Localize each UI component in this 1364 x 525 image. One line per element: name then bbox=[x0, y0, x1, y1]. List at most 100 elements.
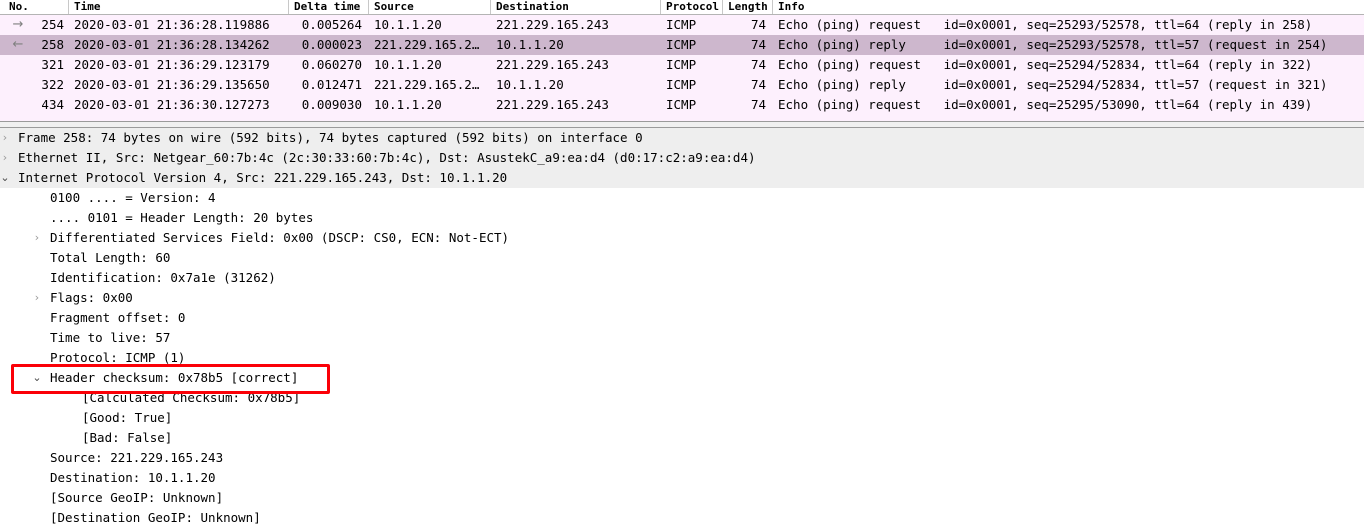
tree-row-total-length[interactable]: Total Length: 60 bbox=[0, 248, 1364, 268]
packet-cell-protocol: ICMP bbox=[666, 77, 697, 92]
tree-row-source-geoip[interactable]: [Source GeoIP: Unknown] bbox=[0, 488, 1364, 508]
pane-splitter[interactable] bbox=[0, 121, 1364, 128]
chevron-down-icon[interactable]: ⌄ bbox=[0, 168, 12, 188]
packet-cell-source: 221.229.165.2… bbox=[374, 37, 480, 52]
tree-row-flags[interactable]: › Flags: 0x00 bbox=[0, 288, 1364, 308]
packet-cell-info: Echo (ping) request id=0x0001, seq=25293… bbox=[778, 17, 1313, 32]
tree-row-source[interactable]: Source: 221.229.165.243 bbox=[0, 448, 1364, 468]
packet-cell-length: 74 bbox=[750, 57, 766, 72]
packet-cell-time: 2020-03-01 21:36:29.123179 bbox=[74, 57, 270, 72]
packet-cell-source: 10.1.1.20 bbox=[374, 57, 442, 72]
tree-row-ipv4[interactable]: ⌄ Internet Protocol Version 4, Src: 221.2… bbox=[0, 168, 1364, 188]
packet-cell-length: 74 bbox=[750, 37, 766, 52]
tree-row-label: 0100 .... = Version: 4 bbox=[50, 190, 216, 205]
chevron-down-icon[interactable]: ⌄ bbox=[30, 368, 44, 388]
tree-row-label: .... 0101 = Header Length: 20 bytes bbox=[50, 210, 314, 225]
tree-row-header-length[interactable]: .... 0101 = Header Length: 20 bytes bbox=[0, 208, 1364, 228]
column-header-info[interactable]: Info bbox=[772, 0, 1352, 14]
tree-row-label: Source: 221.229.165.243 bbox=[50, 450, 224, 465]
packet-cell-delta: 0.009030 bbox=[301, 97, 362, 112]
tree-row-label: Fragment offset: 0 bbox=[50, 310, 186, 325]
packet-cell-protocol: ICMP bbox=[666, 97, 697, 112]
packet-row[interactable]: 434 2020-03-01 21:36:30.127273 0.009030 10.… bbox=[0, 95, 1364, 115]
packet-cell-time: 2020-03-01 21:36:28.134262 bbox=[74, 37, 270, 52]
packet-cell-time: 2020-03-01 21:36:29.135650 bbox=[74, 77, 270, 92]
packet-cell-delta: 0.000023 bbox=[301, 37, 362, 52]
tree-row-version[interactable]: 0100 .... = Version: 4 bbox=[0, 188, 1364, 208]
packet-list-body[interactable]: → 254 2020-03-01 21:36:28.119886 0.005264 10… bbox=[0, 15, 1364, 115]
packet-cell-protocol: ICMP bbox=[666, 37, 697, 52]
column-header-no[interactable]: No. bbox=[4, 0, 68, 14]
tree-row-header-checksum[interactable]: ⌄ Header checksum: 0x78b5 [correct] bbox=[0, 368, 1364, 388]
packet-cell-protocol: ICMP bbox=[666, 57, 697, 72]
column-header-length[interactable]: Length bbox=[722, 0, 768, 14]
column-header-delta-time[interactable]: Delta time bbox=[288, 0, 364, 14]
tree-row-label: Total Length: 60 bbox=[50, 250, 171, 265]
tree-row-label: Flags: 0x00 bbox=[50, 290, 133, 305]
packet-cell-no: 434 bbox=[41, 97, 64, 112]
packet-cell-destination: 221.229.165.243 bbox=[496, 57, 609, 72]
tree-row-label: Differentiated Services Field: 0x00 (DSC… bbox=[50, 230, 510, 245]
packet-cell-no: 254 bbox=[41, 17, 64, 32]
packet-cell-no: 322 bbox=[41, 77, 64, 92]
chevron-right-icon[interactable]: › bbox=[30, 228, 44, 248]
tree-row-label: Ethernet II, Src: Netgear_60:7b:4c (2c:3… bbox=[18, 150, 756, 165]
packet-cell-no: 258 bbox=[41, 37, 64, 52]
packet-row[interactable]: → 254 2020-03-01 21:36:28.119886 0.005264 10… bbox=[0, 15, 1364, 35]
tree-row-label: Identification: 0x7a1e (31262) bbox=[50, 270, 276, 285]
packet-cell-length: 74 bbox=[750, 97, 766, 112]
tree-row-label: [Calculated Checksum: 0x78b5] bbox=[82, 390, 301, 405]
packet-row[interactable]: 321 2020-03-01 21:36:29.123179 0.060270 10.… bbox=[0, 55, 1364, 75]
tree-row-destination[interactable]: Destination: 10.1.1.20 bbox=[0, 468, 1364, 488]
tree-row-checksum-good[interactable]: [Good: True] bbox=[0, 408, 1364, 428]
packet-list-header[interactable]: No. Time Delta time Source Destination Protoc… bbox=[0, 0, 1364, 15]
tree-row-calculated-checksum[interactable]: [Calculated Checksum: 0x78b5] bbox=[0, 388, 1364, 408]
packet-cell-info: Echo (ping) request id=0x0001, seq=25294… bbox=[778, 57, 1313, 72]
column-header-source[interactable]: Source bbox=[368, 0, 486, 14]
tree-row-frame[interactable]: › Frame 258: 74 bytes on wire (592 bits),… bbox=[0, 128, 1364, 148]
packet-cell-protocol: ICMP bbox=[666, 17, 697, 32]
tree-row-label: Protocol: ICMP (1) bbox=[50, 350, 186, 365]
tree-row-label: [Destination GeoIP: Unknown] bbox=[50, 510, 261, 525]
column-header-destination[interactable]: Destination bbox=[490, 0, 656, 14]
tree-row-label: Time to live: 57 bbox=[50, 330, 171, 345]
tree-row-label: [Good: True] bbox=[82, 410, 173, 425]
packet-list-pane[interactable]: No. Time Delta time Source Destination Protoc… bbox=[0, 0, 1364, 121]
packet-cell-destination: 221.229.165.243 bbox=[496, 17, 609, 32]
packet-row[interactable]: ← 258 2020-03-01 21:36:28.134262 0.000023 22… bbox=[0, 35, 1364, 55]
chevron-right-icon[interactable]: › bbox=[0, 148, 12, 168]
tree-row-destination-geoip[interactable]: [Destination GeoIP: Unknown] bbox=[0, 508, 1364, 525]
packet-cell-destination: 221.229.165.243 bbox=[496, 97, 609, 112]
column-header-time[interactable]: Time bbox=[68, 0, 284, 14]
packet-cell-length: 74 bbox=[750, 77, 766, 92]
packet-cell-destination: 10.1.1.20 bbox=[496, 77, 564, 92]
tree-row-label: Header checksum: 0x78b5 [correct] bbox=[50, 370, 299, 385]
chevron-right-icon[interactable]: › bbox=[0, 128, 12, 148]
packet-cell-delta: 0.005264 bbox=[301, 17, 362, 32]
column-header-protocol[interactable]: Protocol bbox=[660, 0, 719, 14]
packet-details-tree[interactable]: › Frame 258: 74 bytes on wire (592 bits),… bbox=[0, 128, 1364, 525]
packet-row[interactable]: 322 2020-03-01 21:36:29.135650 0.012471 221… bbox=[0, 75, 1364, 95]
packet-cell-delta: 0.012471 bbox=[301, 77, 362, 92]
packet-cell-source: 10.1.1.20 bbox=[374, 97, 442, 112]
packet-cell-time: 2020-03-01 21:36:28.119886 bbox=[74, 17, 270, 32]
tree-row-protocol[interactable]: Protocol: ICMP (1) bbox=[0, 348, 1364, 368]
packet-cell-length: 74 bbox=[750, 17, 766, 32]
tree-row-identification[interactable]: Identification: 0x7a1e (31262) bbox=[0, 268, 1364, 288]
tree-row-fragment-offset[interactable]: Fragment offset: 0 bbox=[0, 308, 1364, 328]
tree-row-ttl[interactable]: Time to live: 57 bbox=[0, 328, 1364, 348]
tree-row-label: [Bad: False] bbox=[82, 430, 173, 445]
tree-row-checksum-bad[interactable]: [Bad: False] bbox=[0, 428, 1364, 448]
packet-cell-source: 10.1.1.20 bbox=[374, 17, 442, 32]
packet-details-pane[interactable]: › Frame 258: 74 bytes on wire (592 bits),… bbox=[0, 128, 1364, 525]
packet-cell-no: 321 bbox=[41, 57, 64, 72]
packet-cell-delta: 0.060270 bbox=[301, 57, 362, 72]
chevron-right-icon[interactable]: › bbox=[30, 288, 44, 308]
tree-row-label: Internet Protocol Version 4, Src: 221.22… bbox=[18, 170, 508, 185]
tree-row-label: Frame 258: 74 bytes on wire (592 bits), … bbox=[18, 130, 643, 145]
packet-cell-info: Echo (ping) reply id=0x0001, seq=25294/5… bbox=[778, 77, 1328, 92]
tree-row-dsfield[interactable]: › Differentiated Services Field: 0x00 (DS… bbox=[0, 228, 1364, 248]
tree-row-ethernet[interactable]: › Ethernet II, Src: Netgear_60:7b:4c (2c:… bbox=[0, 148, 1364, 168]
packet-cell-source: 221.229.165.2… bbox=[374, 77, 480, 92]
packet-cell-time: 2020-03-01 21:36:30.127273 bbox=[74, 97, 270, 112]
